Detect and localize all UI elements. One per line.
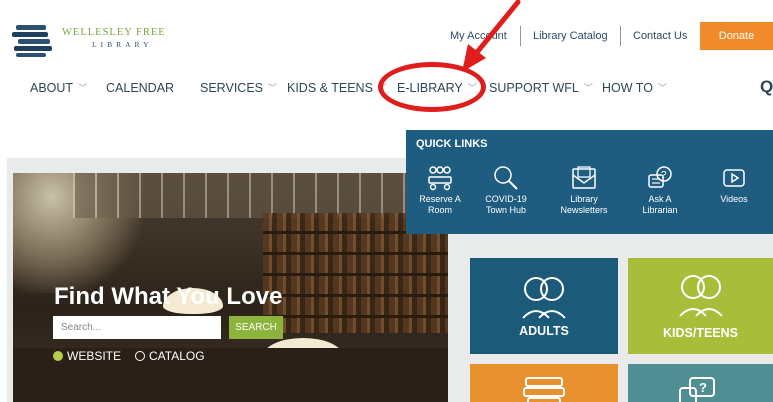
nav-support-wfl[interactable]: SUPPORT WFL ﹀ [489, 81, 593, 95]
library-homepage: WELLESLEY FREE LIBRARY My Account Librar… [0, 0, 773, 402]
nav-how-to[interactable]: HOW TO ﹀ [602, 81, 667, 95]
contact-us-link[interactable]: Contact Us [633, 30, 687, 42]
tile-ask[interactable]: ? [628, 364, 773, 402]
nav-services[interactable]: SERVICES ﹀ [200, 81, 277, 95]
nav-about[interactable]: ABOUT ﹀ [30, 81, 87, 95]
search-scope-options: WEBSITE CATALOG [53, 349, 205, 363]
chevron-down-icon: ﹀ [657, 82, 667, 93]
logo-title: WELLESLEY FREE [62, 27, 166, 38]
adults-icon [522, 277, 566, 319]
logo-subtitle: LIBRARY [92, 40, 153, 49]
search-button[interactable]: SEARCH [229, 316, 283, 339]
kids-icon [679, 275, 723, 317]
people-meeting-icon [428, 166, 452, 191]
chevron-down-icon: ﹀ [583, 82, 593, 93]
quick-link-label: Library Newsletters [560, 194, 608, 215]
nav-label: SUPPORT WFL [489, 81, 579, 95]
library-catalog-link[interactable]: Library Catalog [533, 30, 608, 42]
quick-link-reserve-room[interactable]: Reserve A Room [412, 165, 468, 216]
quick-links-title: QUICK LINKS [416, 138, 488, 150]
tile-label: KIDS/TEENS [662, 326, 738, 340]
radio-catalog[interactable] [135, 351, 146, 361]
nav-kids-teens[interactable]: KIDS & TEENS ﹀ [287, 81, 387, 95]
quick-link-label: Reserve A Room [419, 194, 461, 215]
radio-website-label[interactable]: WEBSITE [67, 349, 121, 363]
quick-link-ask-librarian[interactable]: ? Ask A Librarian [632, 165, 688, 216]
quick-link-label: Ask A Librarian [642, 194, 678, 215]
chevron-down-icon: ﹀ [268, 82, 278, 93]
donate-button[interactable]: Donate [700, 22, 773, 50]
divider [620, 26, 621, 46]
nav-label: ABOUT [30, 81, 74, 95]
books-icon [523, 377, 565, 402]
books-stack-icon [12, 25, 52, 57]
quick-links-dropdown: QUICK LINKS Reserve A Room COVID-19 Town… [406, 130, 773, 234]
search-input[interactable] [53, 316, 221, 339]
quick-link-videos[interactable]: Videos [706, 165, 762, 205]
nav-label: KIDS & TEENS [287, 81, 373, 95]
search-icon[interactable]: Q [760, 77, 773, 97]
library-logo[interactable]: WELLESLEY FREE LIBRARY [12, 22, 182, 62]
question-chat-icon: ? [679, 377, 715, 402]
quick-link-covid[interactable]: COVID-19 Town Hub [478, 165, 534, 216]
radio-catalog-label[interactable]: CATALOG [149, 349, 205, 363]
nav-label: SERVICES [200, 81, 263, 95]
play-icon [723, 169, 745, 187]
chevron-down-icon: ﹀ [78, 82, 88, 93]
radio-website[interactable] [53, 351, 63, 361]
ceiling-beams [73, 173, 448, 218]
tile-kids-teens[interactable]: KIDS/TEENS [628, 258, 773, 354]
nav-label: CALENDAR [106, 81, 175, 95]
tile-adults[interactable]: ADULTS [470, 258, 618, 354]
envelope-icon [572, 166, 596, 189]
tile-label: ADULTS [519, 324, 569, 338]
quick-link-newsletters[interactable]: Library Newsletters [556, 165, 612, 216]
nav-calendar[interactable]: CALENDAR [106, 81, 174, 95]
hero-title: Find What You Love [54, 283, 283, 310]
question-bubble-icon: ? [648, 166, 672, 188]
tile-books[interactable] [470, 364, 618, 402]
annotation-arrow-icon [462, 0, 521, 72]
quick-link-label: Videos [720, 194, 748, 204]
magnifier-icon [494, 166, 518, 190]
quick-link-label: COVID-19 Town Hub [485, 194, 527, 215]
nav-label: HOW TO [602, 81, 653, 95]
svg-text:?: ? [699, 380, 707, 395]
